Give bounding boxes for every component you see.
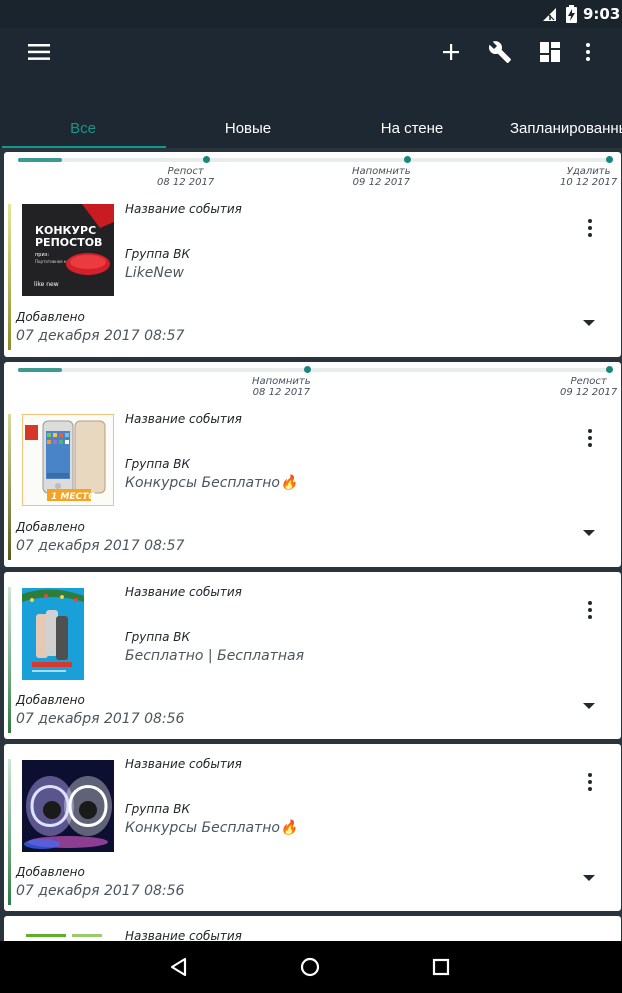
expand-arrow-icon[interactable] — [577, 525, 601, 541]
timeline-action: Репост — [167, 166, 204, 177]
tab-on-wall[interactable]: На стене — [330, 108, 494, 148]
thumb-text: like new — [34, 281, 59, 288]
added-date: 07 декабря 2017 08:57 — [16, 538, 185, 554]
card-more-button[interactable] — [578, 426, 602, 450]
timeline-step: Удалить 10 12 2017 — [560, 166, 617, 188]
status-bar: 9:03 — [0, 0, 622, 28]
group-name: LikeNew — [125, 265, 184, 281]
timeline-dot — [203, 156, 210, 163]
timeline-date: 08 12 2017 — [252, 387, 310, 398]
event-title: Название события — [125, 585, 242, 599]
signal-icon — [543, 8, 556, 21]
status-accent — [8, 204, 11, 350]
added-label: Добавлено — [16, 310, 85, 324]
event-card[interactable]: Репост 08 12 2017 Напомнить 09 12 2017 У… — [4, 152, 621, 357]
event-thumbnail[interactable] — [22, 588, 114, 680]
recents-icon[interactable] — [427, 953, 455, 981]
timeline-action: Напомнить — [352, 166, 411, 177]
event-card[interactable]: Название события Группа ВК Бесплатно | Б… — [4, 572, 621, 739]
event-title: Название события — [125, 412, 242, 426]
timeline-dot — [304, 366, 311, 373]
thumb-text: 1 МЕСТО — [51, 492, 96, 502]
status-accent — [8, 759, 11, 905]
home-icon[interactable] — [296, 953, 324, 981]
event-title: Название события — [125, 757, 242, 771]
added-label: Добавлено — [16, 865, 85, 879]
card-more-button[interactable] — [578, 216, 602, 240]
event-title: Название события — [125, 202, 242, 216]
timeline-dot — [606, 156, 613, 163]
timeline-step: Репост 09 12 2017 — [560, 376, 617, 398]
add-icon[interactable] — [439, 40, 463, 64]
timeline-step: Напомнить 09 12 2017 — [352, 166, 411, 188]
timeline-date: 10 12 2017 — [560, 177, 618, 188]
expand-arrow-icon[interactable] — [577, 315, 601, 331]
timeline-action: Напомнить — [252, 376, 311, 387]
event-thumbnail[interactable]: 1 МЕСТО — [22, 414, 114, 506]
menu-icon[interactable] — [26, 40, 52, 64]
expand-arrow-icon[interactable] — [577, 698, 601, 714]
card-more-button[interactable] — [578, 598, 602, 622]
added-label: Добавлено — [16, 520, 85, 534]
thumb-text: РЕПОСТОВ — [35, 236, 102, 249]
card-more-button[interactable] — [578, 770, 602, 794]
navigation-bar — [0, 941, 622, 993]
group-name: Конкурсы Бесплатно🔥 — [125, 475, 298, 491]
tab-new[interactable]: Новые — [166, 108, 330, 148]
tab-all[interactable]: Все — [2, 108, 164, 148]
added-label: Добавлено — [16, 693, 85, 707]
status-accent — [8, 414, 11, 560]
event-title: Название события — [125, 929, 242, 941]
event-list[interactable]: Репост 08 12 2017 Напомнить 09 12 2017 У… — [0, 148, 622, 941]
timeline-dot — [606, 366, 613, 373]
added-date: 07 декабря 2017 08:56 — [16, 711, 185, 727]
group-label: Группа ВК — [125, 802, 191, 816]
timeline-progress — [18, 368, 62, 372]
wrench-icon[interactable] — [486, 38, 514, 66]
status-time: 9:03 — [583, 5, 621, 23]
event-card[interactable]: Напомнить 08 12 2017 Репост 09 12 2017 1… — [4, 362, 621, 567]
dashboard-icon[interactable] — [538, 40, 562, 64]
group-label: Группа ВК — [125, 630, 191, 644]
battery-charging-icon — [566, 5, 577, 23]
timeline-date: 09 12 2017 — [352, 177, 410, 188]
thumb-text: приз: — [35, 252, 49, 258]
added-date: 07 декабря 2017 08:56 — [16, 883, 185, 899]
event-thumbnail[interactable] — [22, 760, 114, 852]
group-name: Бесплатно | Бесплатная — [125, 648, 304, 664]
expand-arrow-icon[interactable] — [577, 870, 601, 886]
timeline-date: 08 12 2017 — [157, 177, 215, 188]
timeline — [18, 366, 613, 373]
added-date: 07 декабря 2017 08:57 — [16, 328, 185, 344]
event-card[interactable]: Название события Группа ВК Конкурсы Бесп… — [4, 744, 621, 911]
back-icon[interactable] — [165, 953, 193, 981]
more-vert-icon[interactable] — [578, 40, 598, 64]
timeline — [18, 156, 613, 163]
timeline-progress — [18, 158, 62, 162]
group-label: Группа ВК — [125, 247, 191, 261]
timeline-action: Репост — [570, 376, 607, 387]
event-thumbnail[interactable] — [22, 932, 114, 941]
event-thumbnail[interactable]: КОНКУРС РЕПОСТОВ приз: Портативная колон… — [22, 204, 114, 296]
timeline-dot — [404, 156, 411, 163]
timeline-action: Удалить — [566, 166, 611, 177]
tab-scheduled[interactable]: Запланированные — [510, 108, 622, 148]
timeline-step: Напомнить 08 12 2017 — [252, 376, 311, 398]
status-accent — [8, 587, 11, 733]
timeline-date: 09 12 2017 — [560, 387, 618, 398]
group-name: Конкурсы Бесплатно🔥 — [125, 820, 298, 836]
timeline-step: Репост 08 12 2017 — [157, 166, 214, 188]
tab-bar: Все Новые На стене Запланированные — [0, 108, 622, 149]
group-label: Группа ВК — [125, 457, 191, 471]
event-card[interactable]: Название события — [4, 916, 621, 941]
